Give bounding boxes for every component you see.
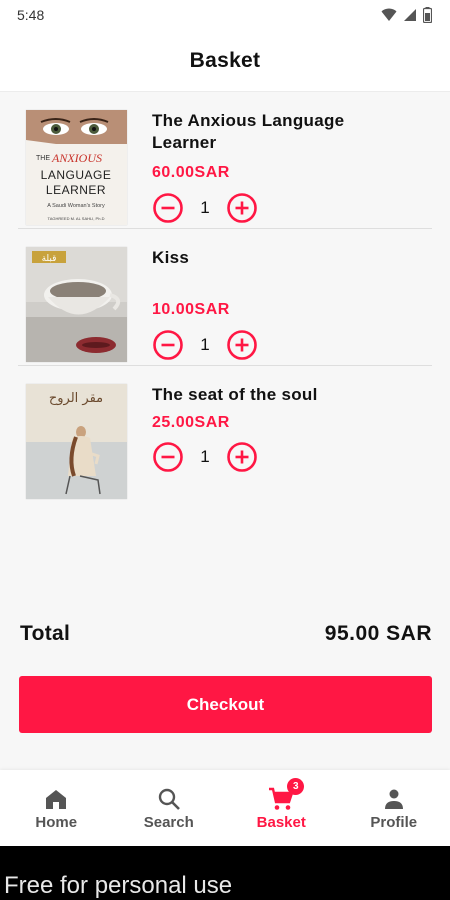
- book-cover-image: مقر الروح: [26, 384, 127, 499]
- increase-quantity-button[interactable]: [226, 329, 258, 361]
- book-cover-image: قبلة: [26, 247, 127, 362]
- cover-text-arabic: قبلة: [42, 254, 57, 264]
- book-title: Kiss: [152, 248, 190, 267]
- search-icon: [158, 788, 180, 810]
- nav-label-basket: Basket: [256, 814, 306, 831]
- minus-circle-icon: [153, 442, 183, 472]
- book-price: 60.00SAR: [152, 164, 230, 181]
- cover-text-arabic: مقر الروح: [49, 391, 103, 406]
- book-title: The seat of the soul: [152, 385, 318, 404]
- status-icons: [381, 7, 432, 23]
- quantity-value: 1: [200, 335, 210, 354]
- total-label: Total: [20, 622, 71, 645]
- nav-home[interactable]: Home: [0, 770, 113, 846]
- cover-text-anxious: ANXIOUS: [51, 151, 102, 165]
- increase-quantity-button[interactable]: [226, 192, 258, 224]
- status-time: 5:48: [17, 7, 45, 23]
- cover-text-author: TAGHREED M. AL SAHLI, Ph.D: [48, 216, 105, 221]
- decrease-quantity-button[interactable]: [152, 329, 184, 361]
- quantity-stepper: 1: [152, 192, 258, 224]
- person-icon: [384, 789, 403, 809]
- decrease-quantity-button[interactable]: [152, 192, 184, 224]
- quantity-value: 1: [200, 447, 210, 466]
- cart-badge: 3: [287, 778, 305, 795]
- bottom-nav: Home Search 3 Basket Profile: [0, 770, 450, 846]
- nav-label-home: Home: [35, 814, 78, 831]
- checkout-label: Checkout: [186, 694, 265, 714]
- book-cover-image: THE ANXIOUS LANGUAGE LEARNER A Saudi Wom…: [26, 110, 127, 225]
- basket-item: THE ANXIOUS LANGUAGE LEARNER A Saudi Wom…: [18, 92, 432, 229]
- battery-icon: [423, 7, 432, 23]
- cover-text-the: THE: [36, 155, 50, 162]
- checkout-button[interactable]: Checkout: [19, 676, 432, 733]
- page-title: Basket: [189, 48, 261, 72]
- book-price: 10.00SAR: [152, 301, 230, 318]
- cover-text-language: LANGUAGE: [41, 168, 112, 182]
- minus-circle-icon: [153, 193, 183, 223]
- quantity-stepper: 1: [152, 329, 258, 361]
- watermark-text: Free for personal use: [4, 872, 233, 899]
- signal-icon: [404, 9, 416, 21]
- nav-basket[interactable]: 3 Basket: [225, 770, 338, 846]
- nav-search[interactable]: Search: [113, 770, 226, 846]
- basket-item: مقر الروح The seat of the soul 25.00SAR …: [18, 366, 432, 503]
- nav-label-search: Search: [143, 814, 194, 831]
- quantity-stepper: 1: [152, 441, 258, 473]
- wifi-icon: [381, 8, 397, 21]
- book-price: 25.00SAR: [152, 414, 230, 431]
- watermark-bar: Free for personal use: [0, 846, 450, 900]
- book-title: The Anxious Language Learner: [152, 111, 345, 152]
- nav-profile[interactable]: Profile: [338, 770, 450, 846]
- quantity-value: 1: [200, 198, 210, 217]
- app-header: Basket: [0, 30, 450, 92]
- total-row: Total 95.00 SAR: [20, 622, 432, 646]
- home-icon: [46, 790, 67, 809]
- status-bar: 5:48: [0, 0, 450, 30]
- total-value: 95.00 SAR: [324, 622, 432, 645]
- decrease-quantity-button[interactable]: [152, 441, 184, 473]
- minus-circle-icon: [153, 330, 183, 360]
- nav-label-profile: Profile: [370, 814, 418, 831]
- basket-list: THE ANXIOUS LANGUAGE LEARNER A Saudi Wom…: [0, 92, 450, 503]
- basket-item: قبلة Kiss 10.00SAR 1: [18, 229, 432, 366]
- plus-circle-icon: [227, 193, 257, 223]
- increase-quantity-button[interactable]: [226, 441, 258, 473]
- plus-circle-icon: [227, 442, 257, 472]
- cover-text-subtitle: A Saudi Woman's Story: [47, 203, 105, 209]
- cover-text-learner: LEARNER: [46, 183, 106, 197]
- plus-circle-icon: [227, 330, 257, 360]
